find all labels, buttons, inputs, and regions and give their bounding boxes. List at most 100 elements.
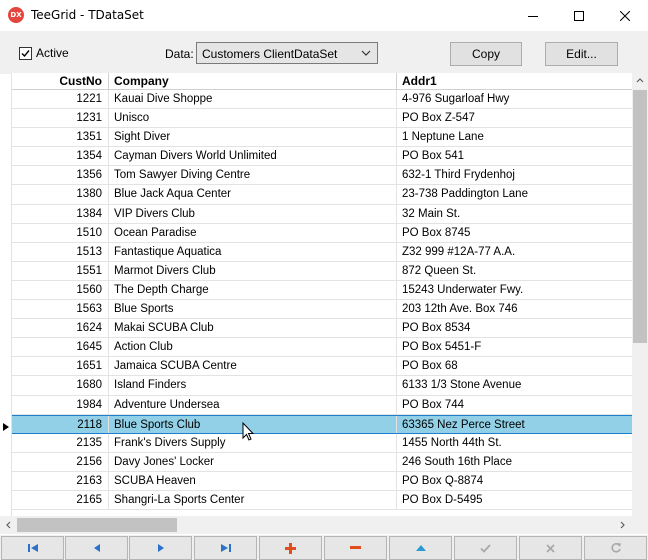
table-row[interactable]: 2135 Frank's Divers Supply 1455 North 44th… (12, 433, 632, 453)
table-row[interactable]: 2118 Blue Sports Club 63365 Nez Perce Stre… (12, 414, 632, 434)
cell-company[interactable]: Marmot Divers Club (109, 261, 397, 280)
scroll-right-icon[interactable] (620, 521, 626, 529)
table-row[interactable]: 2163 SCUBA Heaven PO Box Q-8874 (12, 471, 632, 491)
cell-custno[interactable]: 1645 (12, 338, 109, 357)
nav-prior-button[interactable] (65, 536, 128, 560)
cell-custno[interactable]: 1984 (12, 395, 109, 414)
cell-addr1[interactable]: 4-976 Sugarloaf Hwy (397, 90, 632, 108)
cell-custno[interactable]: 1560 (12, 280, 109, 300)
cell-custno[interactable]: 1380 (12, 185, 109, 204)
cell-custno[interactable]: 1351 (12, 128, 109, 147)
cell-custno[interactable]: 1221 (12, 90, 109, 109)
maximize-button[interactable] (556, 0, 602, 31)
cell-custno[interactable]: 1624 (12, 319, 109, 338)
table-row[interactable]: 2165 Shangri-La Sports Center PO Box D-549… (12, 490, 632, 511)
table-row[interactable]: 1510 Ocean Paradise PO Box 8745 (12, 223, 632, 243)
table-row[interactable]: 1384 VIP Divers Club 32 Main St. (12, 204, 632, 224)
nav-next-button[interactable] (129, 536, 192, 560)
cell-company[interactable]: Jamaica SCUBA Centre (109, 357, 397, 376)
active-checkbox[interactable] (19, 46, 32, 60)
cell-company[interactable]: Fantastique Aquatica (109, 242, 397, 261)
active-checkbox-wrapper[interactable]: Active (19, 46, 69, 60)
table-row[interactable]: 1356 Tom Sawyer Diving Centre 632-1 Third … (12, 166, 632, 186)
cell-custno[interactable]: 1384 (12, 204, 109, 223)
data-grid[interactable]: CustNo Company Addr1 1221 Kauai Dive Shop… (11, 73, 632, 516)
cell-company[interactable]: Island Finders (109, 376, 397, 395)
cell-addr1[interactable]: PO Box 541 (397, 147, 632, 165)
column-header-addr1[interactable]: Addr1 (397, 73, 632, 90)
cell-custno[interactable]: 1680 (12, 376, 109, 395)
cell-addr1[interactable]: 246 South 16th Place (397, 453, 632, 471)
table-row[interactable]: 1651 Jamaica SCUBA Centre PO Box 68 (12, 357, 632, 377)
cell-addr1[interactable]: 6133 1/3 Stone Avenue (397, 376, 632, 394)
cell-company[interactable]: Cayman Divers World Unlimited (109, 147, 397, 166)
cell-addr1[interactable]: PO Box 8745 (397, 224, 632, 242)
table-row[interactable]: 1354 Cayman Divers World Unlimited PO Box … (12, 147, 632, 167)
vertical-scrollbar[interactable] (632, 73, 648, 516)
horizontal-scrollbar[interactable] (0, 516, 648, 534)
cell-company[interactable]: The Depth Charge (109, 280, 397, 300)
cell-addr1[interactable]: 23-738 Paddington Lane (397, 185, 632, 203)
cell-addr1[interactable]: 872 Queen St. (397, 262, 632, 280)
cell-addr1[interactable]: PO Box D-5495 (397, 491, 632, 509)
cell-company[interactable]: Unisco (109, 109, 397, 128)
cell-custno[interactable]: 1510 (12, 223, 109, 242)
cell-addr1[interactable]: 63365 Nez Perce Street (397, 416, 632, 433)
cell-addr1[interactable]: PO Box 5451-F (397, 338, 632, 356)
nav-post-button[interactable] (454, 536, 517, 560)
cell-company[interactable]: Kauai Dive Shoppe (109, 90, 397, 109)
column-header-custno[interactable]: CustNo (12, 73, 109, 90)
nav-delete-button[interactable] (324, 536, 387, 560)
cell-company[interactable]: Adventure Undersea (109, 395, 397, 414)
cell-custno[interactable]: 2165 (12, 490, 109, 510)
cell-addr1[interactable]: 203 12th Ave. Box 746 (397, 300, 632, 318)
cell-company[interactable]: Davy Jones' Locker (109, 452, 397, 471)
cell-custno[interactable]: 2118 (12, 415, 109, 433)
nav-refresh-button[interactable] (584, 536, 647, 560)
table-row[interactable]: 1513 Fantastique Aquatica Z32 999 #12A-77 … (12, 242, 632, 262)
cell-addr1[interactable]: 1455 North 44th St. (397, 434, 632, 452)
table-row[interactable]: 1680 Island Finders 6133 1/3 Stone Avenue (12, 376, 632, 396)
cell-custno[interactable]: 1513 (12, 242, 109, 261)
cell-custno[interactable]: 2135 (12, 433, 109, 452)
cell-custno[interactable]: 1651 (12, 357, 109, 376)
table-row[interactable]: 2156 Davy Jones' Locker 246 South 16th Pla… (12, 452, 632, 472)
cell-company[interactable]: Blue Jack Aqua Center (109, 185, 397, 204)
table-row[interactable]: 1563 Blue Sports 203 12th Ave. Box 746 (12, 300, 632, 320)
cell-addr1[interactable]: PO Box 68 (397, 357, 632, 375)
cell-company[interactable]: Action Club (109, 338, 397, 357)
table-row[interactable]: 1380 Blue Jack Aqua Center 23-738 Paddingt… (12, 185, 632, 205)
close-button[interactable] (602, 0, 648, 31)
column-header-company[interactable]: Company (109, 73, 397, 90)
scroll-left-icon[interactable] (5, 521, 11, 529)
horizontal-scroll-thumb[interactable] (17, 518, 177, 532)
cell-custno[interactable]: 2163 (12, 471, 109, 490)
cell-addr1[interactable]: PO Box Z-547 (397, 109, 632, 127)
cell-company[interactable]: SCUBA Heaven (109, 471, 397, 490)
edit-button[interactable]: Edit... (545, 42, 618, 66)
cell-custno[interactable]: 1354 (12, 147, 109, 166)
dataset-select[interactable]: Customers ClientDataSet (196, 42, 378, 64)
table-row[interactable]: 1231 Unisco PO Box Z-547 (12, 109, 632, 129)
table-row[interactable]: 1221 Kauai Dive Shoppe 4-976 Sugarloaf Hwy (12, 90, 632, 110)
cell-custno[interactable]: 1551 (12, 261, 109, 280)
table-row[interactable]: 1551 Marmot Divers Club 872 Queen St. (12, 261, 632, 281)
cell-custno[interactable]: 2156 (12, 452, 109, 471)
scroll-up-icon[interactable] (636, 77, 644, 83)
table-row[interactable]: 1645 Action Club PO Box 5451-F (12, 338, 632, 358)
copy-button[interactable]: Copy (450, 42, 522, 66)
cell-custno[interactable]: 1563 (12, 300, 109, 319)
cell-addr1[interactable]: PO Box 8534 (397, 319, 632, 337)
vertical-scroll-thumb[interactable] (633, 90, 647, 343)
cell-addr1[interactable]: 1 Neptune Lane (397, 128, 632, 146)
cell-addr1[interactable]: 632-1 Third Frydenhoj (397, 166, 632, 184)
minimize-button[interactable] (510, 0, 556, 31)
table-row[interactable]: 1624 Makai SCUBA Club PO Box 8534 (12, 319, 632, 339)
cell-addr1[interactable]: 15243 Underwater Fwy. (397, 281, 632, 299)
table-row[interactable]: 1560 The Depth Charge 15243 Underwater Fwy… (12, 280, 632, 301)
table-row[interactable]: 1984 Adventure Undersea PO Box 744 (12, 395, 632, 415)
cell-custno[interactable]: 1356 (12, 166, 109, 185)
nav-cancel-button[interactable] (519, 536, 582, 560)
cell-company[interactable]: Shangri-La Sports Center (109, 490, 397, 510)
cell-company[interactable]: VIP Divers Club (109, 204, 397, 223)
